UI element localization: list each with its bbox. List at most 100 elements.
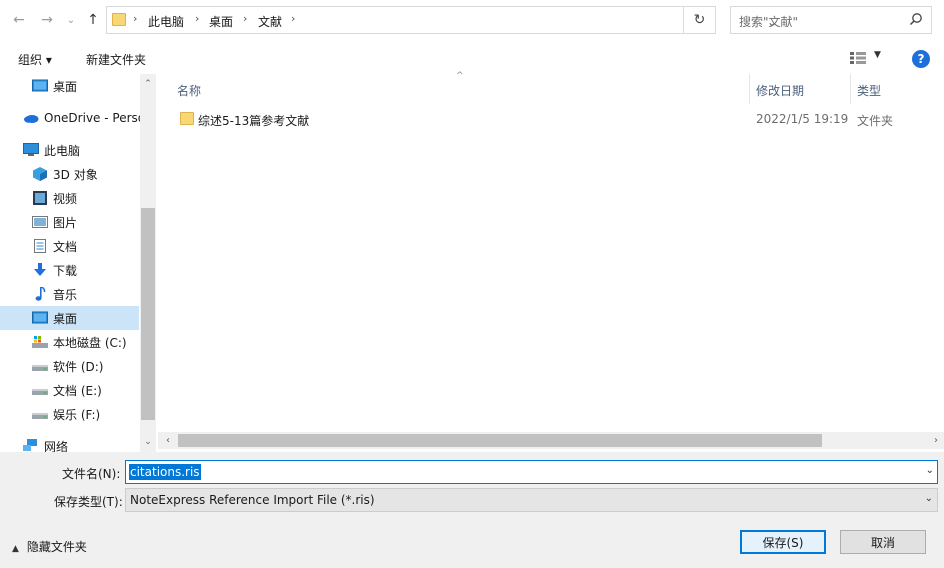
- sidebar-item-label: 桌面: [53, 311, 78, 326]
- filetype-select[interactable]: NoteExpress Reference Import File (*.ris…: [125, 488, 938, 512]
- scrollbar-thumb[interactable]: [141, 208, 155, 420]
- scroll-down-icon[interactable]: ⌄: [140, 434, 156, 450]
- video-icon: [33, 191, 47, 205]
- file-name[interactable]: 综述5-13篇参考文献: [198, 112, 309, 129]
- sidebar-item-label: 桌面: [53, 79, 78, 94]
- view-dropdown-icon[interactable]: ▼: [874, 50, 881, 60]
- command-bar: 组织 ▾ 新建文件夹 ▼ ?: [0, 42, 944, 74]
- chevron-down-icon[interactable]: ⌄: [925, 493, 933, 504]
- sidebar-item-downloads[interactable]: 下载: [0, 258, 139, 282]
- file-list-horizontal-scrollbar[interactable]: ‹ ›: [158, 432, 944, 449]
- sidebar-item-label: 文档: [53, 239, 78, 254]
- sort-ascending-icon: ^: [456, 71, 464, 81]
- search-icon: [909, 13, 922, 26]
- folder-icon: [180, 112, 194, 125]
- sidebar-item-3d-objects[interactable]: 3D 对象: [0, 162, 139, 186]
- column-header-name[interactable]: 名称: [177, 82, 201, 99]
- save-form: 文件名(N): citations.ris ⌄ 保存类型(T): NoteExp…: [0, 452, 944, 568]
- sidebar-item-onedrive[interactable]: OneDrive - Perso: [0, 106, 140, 130]
- breadcrumb-desktop[interactable]: 桌面: [209, 13, 233, 30]
- address-bar[interactable]: › 此电脑 › 桌面 › 文献 › ⌄: [106, 6, 777, 34]
- sidebar-item-label: 下载: [53, 263, 78, 278]
- chevron-right-icon: ›: [133, 12, 138, 25]
- hide-folders-label: 隐藏文件夹: [26, 540, 87, 554]
- scroll-left-icon[interactable]: ‹: [160, 432, 176, 449]
- chevron-right-icon[interactable]: ›: [195, 12, 199, 25]
- sidebar-item-drive-c[interactable]: 本地磁盘 (C:): [0, 330, 139, 354]
- chevron-up-icon: ▲: [12, 544, 19, 554]
- back-arrow-icon[interactable]: ←: [8, 8, 30, 32]
- network-icon: [23, 439, 37, 451]
- filename-value[interactable]: citations.ris: [129, 464, 201, 480]
- refresh-icon[interactable]: ↻: [684, 6, 716, 34]
- sidebar-item-pictures[interactable]: 图片: [0, 210, 139, 234]
- sidebar-item-label: 软件 (D:): [53, 359, 104, 374]
- computer-icon: [23, 143, 39, 156]
- column-header-modified[interactable]: 修改日期: [756, 82, 804, 99]
- 3d-objects-icon: [33, 167, 47, 181]
- desktop-icon: [32, 311, 48, 324]
- sidebar-item-label: 图片: [53, 215, 78, 230]
- column-divider[interactable]: [850, 74, 851, 104]
- sidebar-item-label: 文档 (E:): [53, 383, 102, 398]
- sidebar-item-label: 娱乐 (F:): [53, 407, 101, 422]
- sidebar-item-network[interactable]: 网络: [0, 434, 139, 452]
- chevron-right-icon[interactable]: ›: [243, 12, 247, 25]
- pictures-icon: [32, 216, 48, 228]
- scrollbar-thumb[interactable]: [178, 434, 822, 447]
- hide-folders-toggle[interactable]: ▲ 隐藏文件夹: [12, 538, 87, 555]
- chevron-right-icon[interactable]: ›: [291, 12, 295, 25]
- table-row[interactable]: 综述5-13篇参考文献 2022/1/5 19:19 文件夹: [158, 108, 944, 130]
- sidebar-item-this-pc[interactable]: 此电脑: [0, 138, 139, 162]
- drive-c-icon: [32, 336, 48, 348]
- folder-icon: [112, 13, 126, 26]
- organize-button[interactable]: 组织 ▾: [18, 51, 52, 68]
- file-modified-date: 2022/1/5 19:19: [756, 112, 849, 126]
- sidebar-item-desktop[interactable]: 桌面: [0, 306, 139, 330]
- sidebar-item-videos[interactable]: 视频: [0, 186, 139, 210]
- view-options-icon[interactable]: [850, 52, 866, 64]
- forward-arrow-icon[interactable]: →: [36, 8, 58, 32]
- drive-icon: [32, 365, 48, 371]
- up-arrow-icon[interactable]: ↑: [82, 8, 104, 32]
- navigation-pane-scrollbar[interactable]: ⌃ ⌄: [140, 74, 156, 452]
- sidebar-item-drive-e[interactable]: 文档 (E:): [0, 378, 139, 402]
- filename-label: 文件名(N):: [62, 467, 121, 481]
- chevron-down-icon[interactable]: ⌄: [926, 465, 934, 476]
- search-placeholder: 搜索"文献": [739, 15, 799, 29]
- file-type: 文件夹: [857, 114, 894, 128]
- new-folder-button[interactable]: 新建文件夹: [86, 51, 146, 68]
- onedrive-icon: [24, 115, 39, 123]
- search-input[interactable]: 搜索"文献": [730, 6, 932, 34]
- sidebar-item-desktop-quick[interactable]: 桌面: [0, 74, 139, 98]
- sidebar-item-label: 3D 对象: [53, 167, 98, 182]
- help-icon[interactable]: ?: [912, 50, 930, 68]
- sidebar-item-label: 音乐: [53, 287, 78, 302]
- sidebar-item-documents[interactable]: 文档: [0, 234, 139, 258]
- cancel-button[interactable]: 取消: [840, 530, 926, 554]
- sidebar-item-drive-f[interactable]: 娱乐 (F:): [0, 402, 139, 426]
- sidebar-item-label: 本地磁盘 (C:): [53, 335, 127, 350]
- scroll-right-icon[interactable]: ›: [928, 432, 944, 449]
- filetype-label: 保存类型(T):: [54, 495, 123, 509]
- scroll-up-icon[interactable]: ⌃: [140, 76, 156, 92]
- breadcrumb-documents[interactable]: 文献: [258, 13, 282, 30]
- drive-icon: [32, 389, 48, 395]
- music-icon: [35, 287, 46, 301]
- sidebar-item-music[interactable]: 音乐: [0, 282, 139, 306]
- navigation-bar: ← → ⌄ ↑ › 此电脑 › 桌面 › 文献 › ⌄ ↻ 搜索"文献": [0, 0, 944, 42]
- column-header-type[interactable]: 类型: [857, 82, 881, 99]
- filename-input[interactable]: citations.ris ⌄: [125, 460, 938, 484]
- column-divider[interactable]: [749, 74, 750, 104]
- sidebar-item-drive-d[interactable]: 软件 (D:): [0, 354, 139, 378]
- filetype-value: NoteExpress Reference Import File (*.ris…: [130, 493, 375, 507]
- navigation-pane[interactable]: 桌面 OneDrive - Perso 此电脑 3D 对象 视频 图片 文档 下…: [0, 74, 140, 452]
- sidebar-item-label: 网络: [44, 439, 69, 453]
- save-button[interactable]: 保存(S): [740, 530, 826, 554]
- desktop-icon: [32, 79, 48, 92]
- breadcrumb-this-pc[interactable]: 此电脑: [148, 13, 184, 30]
- file-list[interactable]: ^ 名称 修改日期 类型 综述5-13篇参考文献 2022/1/5 19:19 …: [158, 71, 944, 432]
- recent-locations-dropdown-icon[interactable]: ⌄: [60, 8, 82, 32]
- sidebar-item-label: 视频: [53, 191, 78, 206]
- sidebar-item-label: OneDrive - Perso: [44, 111, 140, 125]
